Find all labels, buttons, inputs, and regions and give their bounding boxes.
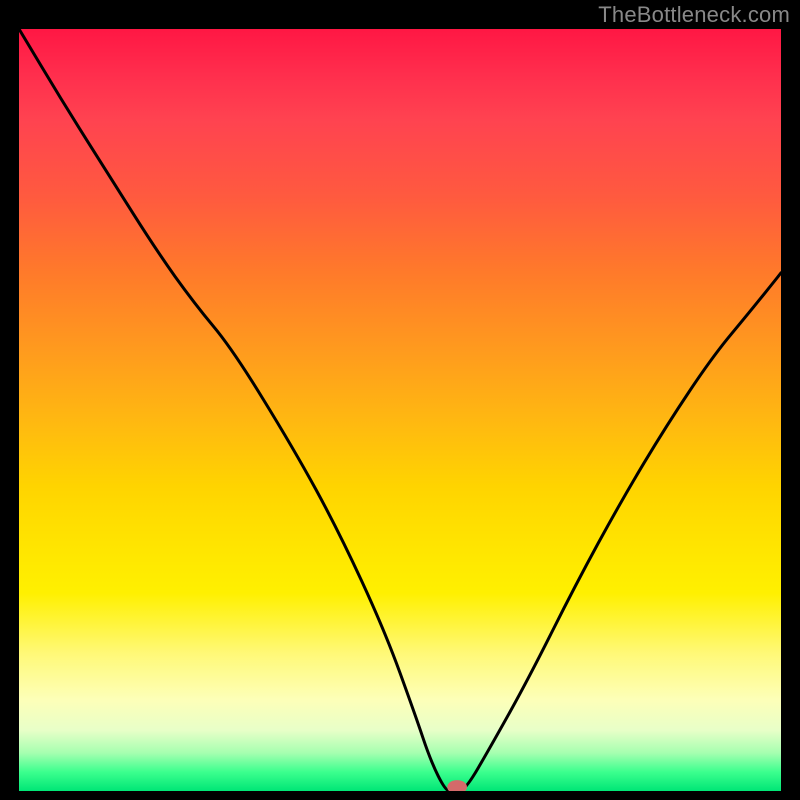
attribution-text: TheBottleneck.com bbox=[598, 2, 790, 28]
chart-frame: TheBottleneck.com bbox=[0, 0, 800, 800]
bottleneck-curve bbox=[19, 29, 781, 791]
curve-layer bbox=[19, 29, 781, 791]
plot-area bbox=[19, 29, 781, 791]
optimum-marker-icon bbox=[447, 780, 467, 791]
